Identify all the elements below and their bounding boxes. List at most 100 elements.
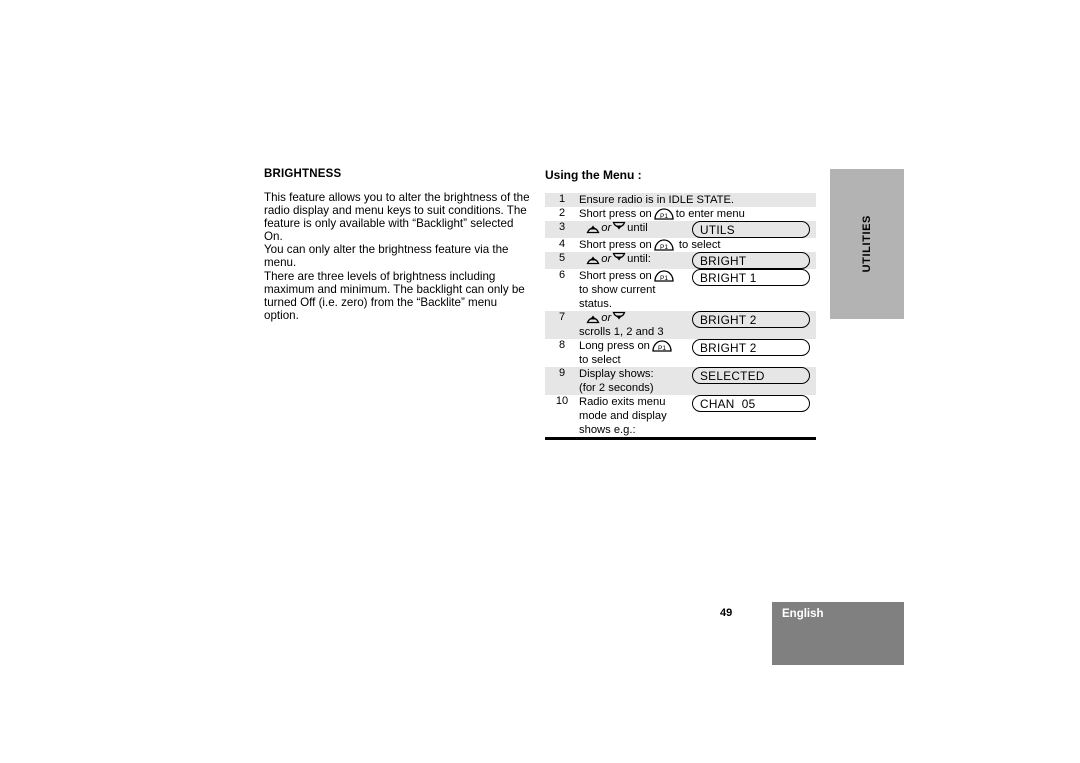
using-the-menu-section: Using the Menu : 1 Ensure radio is in ID… [545, 168, 816, 440]
lcd-display-text: BRIGHT 2 [700, 312, 757, 327]
sidebar-tab-utilities: UTILITIES [830, 169, 904, 319]
page-number: 49 [720, 607, 733, 619]
step-text-line: (for 2 seconds) [579, 382, 654, 394]
up-arrow-key-icon [586, 252, 600, 265]
step-text-line: Short press on P1 [579, 269, 692, 283]
lcd-display-text: CHAN 05 [700, 396, 756, 411]
step-number: 2 [558, 207, 566, 219]
step-text-line: Short press on P1 to enter menu [579, 207, 816, 221]
step-description: Long press on P1 to select [579, 339, 692, 367]
step-text-line: status. [579, 298, 612, 310]
lcd-display-cell: UTILS [692, 221, 816, 238]
lcd-display-cell: BRIGHT 1 [692, 269, 816, 311]
body-paragraph-3: There are three levels of brightness inc… [264, 269, 525, 322]
lcd-display-utils: UTILS [692, 221, 810, 238]
lcd-display-selected: SELECTED [692, 367, 810, 384]
lcd-display-text: BRIGHT 2 [700, 340, 757, 355]
body-paragraph-1: This feature allows you to alter the bri… [264, 191, 530, 244]
lcd-display-text: BRIGHT 1 [700, 270, 757, 285]
step-text-line: or until [579, 221, 692, 235]
table-row: 8 Long press on P1 to select BRIGHT 2 [545, 339, 816, 367]
step-text-line: Long press on P1 [579, 339, 692, 353]
step-text-suffix: until: [627, 253, 651, 265]
step-text-suffix: until [627, 222, 648, 234]
sidebar-tab-label: UTILITIES [861, 215, 873, 273]
lcd-display-cell: BRIGHT 2 [692, 311, 816, 339]
step-number: 7 [558, 311, 566, 323]
step-number: 4 [558, 238, 566, 250]
table-row: 10 Radio exits menu mode and display sho… [545, 395, 816, 439]
step-description: Short press on P1 to show current status. [579, 269, 692, 311]
table-row: 9 Display shows: (for 2 seconds) SELECTE… [545, 367, 816, 395]
step-text-line: shows e.g.: [579, 424, 636, 436]
step-number: 3 [558, 221, 566, 233]
svg-text:P1: P1 [658, 345, 666, 352]
lcd-display-bright-2: BRIGHT 2 [692, 311, 810, 328]
svg-text:P1: P1 [660, 275, 668, 282]
lcd-display-bright-1: BRIGHT 1 [692, 269, 810, 286]
menu-procedure-table: 1 Ensure radio is in IDLE STATE. 2 Short… [545, 193, 816, 440]
lcd-display-cell: BRIGHT 2 [692, 339, 816, 367]
step-description: Radio exits menu mode and display shows … [579, 395, 692, 439]
step-text-line: to show current [579, 284, 656, 296]
step-number: 8 [558, 339, 566, 351]
down-arrow-key-icon [612, 311, 626, 324]
table-row: 1 Ensure radio is in IDLE STATE. [545, 193, 816, 207]
step-text-prefix: Short press on [579, 208, 652, 220]
step-number: 6 [558, 269, 566, 281]
p1-key-icon: P1 [653, 207, 675, 220]
or-label: or [601, 253, 612, 265]
footer-language-block: English [772, 602, 904, 665]
menu-procedure-heading: Using the Menu : [545, 168, 642, 182]
down-arrow-key-icon [612, 252, 626, 265]
svg-text:P1: P1 [660, 213, 668, 220]
footer-language-label: English [782, 608, 824, 620]
lcd-display-cell: BRIGHT [692, 252, 816, 269]
step-description: or scrolls 1, 2 and 3 [579, 311, 692, 339]
step-text-line: or [579, 311, 692, 325]
lcd-display-bright-2-selected: BRIGHT 2 [692, 339, 810, 356]
lcd-display-cell: SELECTED [692, 367, 816, 395]
table-row: 4 Short press on P1 to select [545, 238, 816, 252]
step-text-line: mode and display [579, 410, 667, 422]
lcd-display-bright: BRIGHT [692, 252, 810, 269]
step-description: Ensure radio is in IDLE STATE. [579, 193, 816, 207]
p1-key-icon: P1 [653, 269, 675, 282]
page-title: BRIGHTNESS [264, 168, 342, 180]
step-number: 10 [555, 395, 569, 407]
lcd-display-cell: CHAN 05 [692, 395, 816, 439]
lcd-display-text: SELECTED [700, 368, 765, 383]
step-number: 9 [558, 367, 566, 379]
lcd-display-text: UTILS [700, 222, 735, 237]
step-description: or until [579, 221, 692, 238]
step-text-line: Display shows: [579, 368, 654, 380]
step-text-prefix: Short press on [579, 270, 652, 282]
step-text-line: to select [579, 354, 621, 366]
step-text-line: scrolls 1, 2 and 3 [579, 326, 664, 338]
table-row: 2 Short press on P1 to enter menu [545, 207, 816, 221]
up-arrow-key-icon [586, 311, 600, 324]
p1-key-icon: P1 [653, 238, 675, 251]
table-row: 5 or until: BRIGHT [545, 252, 816, 269]
step-text-line: Radio exits menu [579, 396, 666, 408]
p1-key-icon: P1 [651, 339, 673, 352]
up-arrow-key-icon [586, 221, 600, 234]
step-description: Short press on P1 to select [579, 238, 816, 252]
step-number: 1 [558, 193, 566, 205]
table-row: 6 Short press on P1 to show current statu… [545, 269, 816, 311]
step-description: Short press on P1 to enter menu [579, 207, 816, 221]
step-text-line: or until: [579, 252, 692, 266]
table-row: 7 or scrolls 1, 2 and 3 BRIGHT 2 [545, 311, 816, 339]
step-text-suffix: to enter menu [675, 208, 745, 220]
step-text-suffix: to select [678, 239, 721, 251]
lcd-display-text: BRIGHT [700, 253, 747, 268]
step-text-line: Ensure radio is in IDLE STATE. [579, 194, 735, 206]
brightness-section: BRIGHTNESS This feature allows you to al… [264, 168, 532, 322]
step-description: or until: [579, 252, 692, 269]
svg-text:P1: P1 [660, 244, 668, 251]
step-text-line: Short press on P1 to select [579, 238, 816, 252]
body-paragraph-2: You can only alter the brightness featur… [264, 243, 509, 270]
step-text-prefix: Long press on [579, 340, 650, 352]
step-description: Display shows: (for 2 seconds) [579, 367, 692, 395]
step-number: 5 [558, 252, 566, 264]
